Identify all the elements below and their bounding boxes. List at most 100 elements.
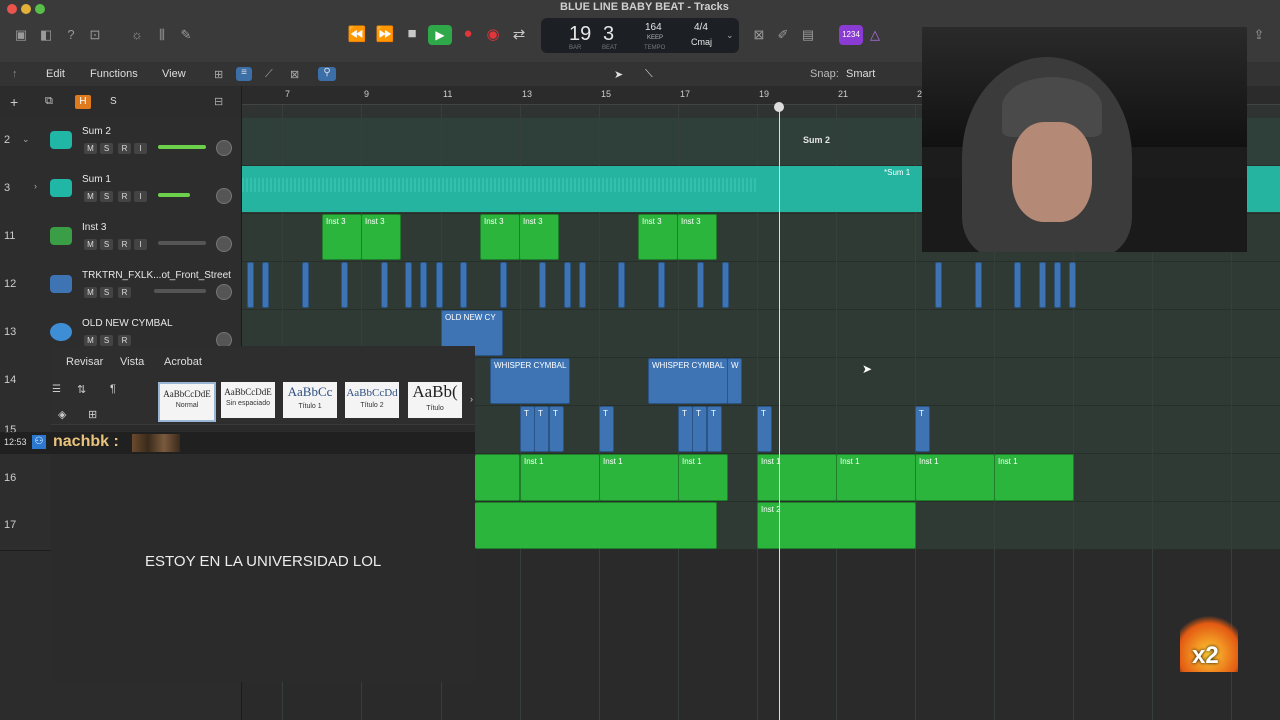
duplicate-track-icon[interactable]: ⧉ (45, 95, 53, 108)
audio-region[interactable]: T (757, 406, 772, 452)
view-menu[interactable]: View (162, 68, 186, 80)
mute-button[interactable]: M (84, 335, 97, 346)
audio-region[interactable]: T (915, 406, 930, 452)
record-enable-button[interactable]: R (118, 287, 131, 298)
audio-region[interactable] (381, 262, 388, 308)
audio-region[interactable] (420, 262, 427, 308)
solo-track-button[interactable]: S (100, 239, 113, 250)
midi-region[interactable]: Inst 3 (322, 214, 362, 260)
toolbar-icon[interactable]: ⊡ (86, 27, 104, 43)
global-tracks-icon[interactable]: ⊟ (214, 95, 223, 108)
midi-region[interactable]: Inst 3 (480, 214, 520, 260)
volume-fader[interactable] (154, 289, 206, 293)
editors-icon[interactable]: ✎ (177, 27, 195, 43)
automation-icon[interactable]: ⟋ (265, 68, 273, 81)
hide-tracks-button[interactable]: H (75, 95, 91, 109)
audio-region[interactable]: T (707, 406, 722, 452)
audio-region[interactable]: WHISPER CYMBAL (648, 358, 728, 404)
fill-color-icon[interactable]: ◈ (58, 408, 66, 421)
input-monitor-button[interactable]: I (134, 239, 147, 250)
add-track-icon[interactable]: + (10, 94, 18, 110)
track-name[interactable]: OLD NEW CYMBAL (82, 318, 173, 329)
midi-region[interactable] (475, 502, 717, 549)
pan-knob[interactable] (216, 284, 232, 300)
midi-region[interactable]: Inst 1 (836, 454, 916, 501)
midi-region[interactable]: Inst 2 (757, 502, 916, 549)
mute-button[interactable]: M (84, 287, 97, 298)
audio-region[interactable] (658, 262, 665, 308)
style-titulo-2[interactable]: AaBbCcDd Título 2 (345, 382, 399, 418)
audio-region[interactable]: T (599, 406, 614, 452)
audio-region[interactable] (1054, 262, 1061, 308)
audio-region[interactable] (1069, 262, 1076, 308)
pencil-icon[interactable]: ✐ (774, 27, 792, 43)
audio-region[interactable] (935, 262, 942, 308)
audio-region[interactable]: T (534, 406, 549, 452)
audio-region[interactable] (247, 262, 254, 308)
disclosure-right-icon[interactable]: › (34, 181, 37, 191)
audio-region[interactable]: T (549, 406, 564, 452)
track-name[interactable]: Sum 2 (82, 126, 111, 137)
grid-view-icon[interactable]: ⊞ (214, 68, 223, 81)
midi-region[interactable] (475, 454, 520, 501)
audio-region[interactable] (341, 262, 348, 308)
style-titulo[interactable]: AaBb(Título (408, 382, 462, 418)
play-button[interactable]: ▶ (428, 25, 452, 45)
replace-record-button[interactable]: ◉ (482, 25, 504, 43)
midi-region[interactable]: Inst 1 (520, 454, 600, 501)
sort-icon[interactable]: ⇅ (77, 383, 86, 396)
midi-region[interactable]: Inst 3 (677, 214, 717, 260)
mute-button[interactable]: M (84, 191, 97, 202)
list-editors-icon[interactable]: ⊠ (750, 27, 768, 43)
audio-region[interactable]: WHISPER CYMBAL (490, 358, 570, 404)
audio-region[interactable] (1039, 262, 1046, 308)
audio-region[interactable] (302, 262, 309, 308)
audio-region[interactable] (405, 262, 412, 308)
catch-icon[interactable]: ⚲ (318, 67, 336, 81)
audio-region[interactable] (1014, 262, 1021, 308)
track-name[interactable]: Sum 1 (82, 174, 111, 185)
midi-region[interactable]: Inst 1 (599, 454, 679, 501)
volume-fader[interactable] (158, 145, 206, 149)
record-enable-button[interactable]: R (118, 143, 131, 154)
playhead[interactable] (779, 104, 780, 720)
mixer-icon[interactable]: ⫼ (153, 27, 171, 43)
audio-region[interactable]: T (692, 406, 707, 452)
solo-track-button[interactable]: S (100, 335, 113, 346)
back-arrow-icon[interactable]: ↑ (12, 68, 18, 80)
audio-region[interactable] (436, 262, 443, 308)
count-in-badge[interactable]: 1234 (839, 25, 863, 45)
zoom-window-button[interactable] (35, 4, 45, 14)
library-icon[interactable]: ▣ (12, 27, 30, 43)
pan-knob[interactable] (216, 140, 232, 156)
style-sin-espaciado[interactable]: AaBbCcDdE Sin espaciado (221, 382, 275, 418)
metronome-icon[interactable]: △ (866, 27, 884, 43)
midi-region[interactable]: Inst 1 (915, 454, 995, 501)
tab-acrobat[interactable]: Acrobat (164, 356, 202, 368)
mute-button[interactable]: M (84, 143, 97, 154)
pan-knob[interactable] (216, 188, 232, 204)
audio-region[interactable] (579, 262, 586, 308)
track-name[interactable]: TRKTRN_FXLK...ot_Front_Street (82, 270, 231, 281)
midi-region[interactable]: Inst 1 (757, 454, 837, 501)
record-enable-button[interactable]: R (118, 239, 131, 250)
stop-button[interactable]: ■ (401, 25, 423, 42)
midi-region[interactable]: Inst 3 (361, 214, 401, 260)
pointer-tool-icon[interactable]: ➤ (614, 68, 623, 81)
audio-region[interactable] (975, 262, 982, 308)
functions-menu[interactable]: Functions (90, 68, 138, 80)
midi-region[interactable]: Inst 3 (519, 214, 559, 260)
help-icon[interactable]: ? (62, 27, 80, 43)
solo-track-button[interactable]: S (100, 287, 113, 298)
record-enable-button[interactable]: R (118, 335, 131, 346)
pan-knob[interactable] (216, 236, 232, 252)
style-normal[interactable]: AaBbCcDdE Normal (158, 382, 216, 422)
midi-region[interactable]: Inst 1 (678, 454, 728, 501)
smart-controls-icon[interactable]: ☼ (128, 27, 146, 43)
borders-icon[interactable]: ⊞ (88, 408, 97, 421)
solo-track-button[interactable]: S (100, 143, 113, 154)
chevron-down-icon[interactable]: ⌄ (726, 30, 734, 41)
audio-region[interactable] (722, 262, 729, 308)
input-monitor-button[interactable]: I (134, 191, 147, 202)
cycle-button[interactable]: ⇄ (508, 25, 530, 43)
